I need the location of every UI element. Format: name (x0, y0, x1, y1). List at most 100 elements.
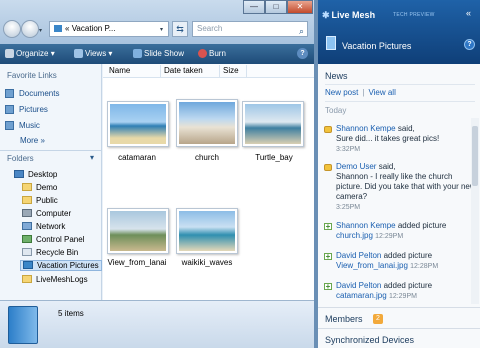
tree-label: Desktop (28, 170, 58, 179)
search-input[interactable]: Search ⌕ (192, 21, 308, 37)
folders-header[interactable]: Folders ▾ (0, 150, 102, 164)
minimize-button[interactable]: — (243, 0, 265, 14)
recent-pages-chevron-icon[interactable]: ▾ (39, 27, 42, 34)
file-label[interactable]: Turtle_bay (234, 153, 314, 162)
feed-text: Sure did... it takes great pics! (336, 134, 440, 143)
organize-button[interactable]: Organize ▾ (5, 49, 55, 58)
search-placeholder: Search (197, 24, 223, 33)
tree-item-network[interactable]: Network (22, 222, 65, 231)
file-label[interactable]: View_from_lanai (97, 258, 177, 267)
view-all-link[interactable]: View all (368, 88, 395, 97)
computer-icon (22, 209, 32, 217)
thumbnail-catamaran[interactable] (107, 101, 169, 147)
thumbnail-view-from-lanai[interactable] (107, 208, 169, 254)
help-button[interactable]: ? (464, 39, 475, 50)
file-label[interactable]: waikiki_waves (167, 258, 247, 267)
column-divider (219, 65, 220, 77)
favorite-documents[interactable]: Documents (5, 89, 59, 98)
feed-author[interactable]: Demo User (336, 162, 376, 171)
feed-file-link[interactable]: catamaran.jpg (336, 291, 387, 300)
feed-author[interactable]: Shannon Kempe (336, 124, 396, 133)
tree-item-computer[interactable]: Computer (22, 209, 71, 218)
favorite-label: Pictures (19, 105, 48, 114)
address-field[interactable]: « Vacation P... (49, 21, 169, 37)
column-date-taken[interactable]: Date taken (164, 66, 203, 75)
item-count: 5 items (58, 309, 84, 318)
favorite-label: Documents (19, 89, 60, 98)
tree-item-public[interactable]: Public (22, 196, 58, 205)
tree-item-control-panel[interactable]: Control Panel (22, 235, 84, 244)
navigation-pane: Favorite Links Documents Pictures Music … (0, 64, 102, 300)
feed-author[interactable]: Shannon Kempe (336, 221, 396, 230)
members-section[interactable]: Members 2 (318, 307, 480, 327)
feed-author[interactable]: David Pelton (336, 281, 381, 290)
turtle-bay-image (245, 104, 301, 144)
file-label[interactable]: catamaran (97, 153, 177, 162)
folder-icon (22, 183, 32, 191)
tree-label: Control Panel (36, 235, 85, 244)
feed-file-link[interactable]: church.jpg (336, 231, 373, 240)
close-button[interactable]: ✕ (287, 0, 313, 14)
mesh-folder-title: Vacation Pictures (342, 41, 412, 51)
maximize-button[interactable]: □ (265, 0, 287, 14)
organize-icon (5, 49, 14, 58)
thumbnail-waikiki-waves[interactable] (176, 208, 238, 254)
help-button[interactable]: ? (297, 48, 308, 59)
favorite-pictures[interactable]: Pictures (5, 105, 48, 114)
views-button[interactable]: Views ▾ (74, 49, 112, 58)
recycle-bin-icon (22, 248, 32, 256)
members-count-badge: 2 (373, 314, 383, 324)
slideshow-button[interactable]: Slide Show (133, 49, 184, 58)
pictures-icon (5, 105, 14, 114)
column-size[interactable]: Size (223, 66, 239, 75)
explorer-window: — □ ✕ ▾ « Vacation P... ▾ ⇆ Search ⌕ Org… (0, 0, 314, 348)
comment-icon (324, 164, 332, 171)
feed-verb: added picture (397, 221, 447, 230)
mesh-logo-icon: ✱ (322, 10, 330, 20)
feed-file-link[interactable]: View_from_lanai.jpg (336, 261, 408, 270)
add-picture-icon: + (324, 282, 332, 291)
new-post-link[interactable]: New post (325, 88, 358, 97)
thumbnail-turtle-bay[interactable] (242, 101, 304, 147)
column-headers: Name Date taken Size (103, 64, 314, 78)
feed-time: 12:29PM (388, 293, 417, 300)
music-icon (5, 121, 14, 130)
folders-title: Folders (7, 154, 34, 163)
address-prefix: « (65, 24, 70, 33)
more-chevron-icon: » (40, 136, 45, 145)
comment-icon (324, 126, 332, 133)
slideshow-label: Slide Show (144, 49, 185, 58)
favorite-music[interactable]: Music (5, 121, 40, 130)
feed-scrollbar[interactable] (471, 118, 479, 304)
feed-author[interactable]: David Pelton (336, 251, 381, 260)
search-icon[interactable]: ⌕ (299, 24, 304, 38)
tree-item-desktop[interactable]: Desktop (14, 170, 57, 179)
favorite-label: Music (19, 121, 40, 130)
news-title: News (325, 71, 348, 81)
column-name[interactable]: Name (109, 66, 130, 75)
organize-label: Organize (16, 49, 49, 58)
back-button[interactable] (3, 20, 21, 38)
tree-item-demo[interactable]: Demo (22, 183, 57, 192)
folders-chevron-icon[interactable]: ▾ (90, 153, 94, 162)
thumbnail-church[interactable] (176, 99, 238, 147)
collapse-icon[interactable]: « (466, 8, 471, 18)
tree-item-recycle-bin[interactable]: Recycle Bin (22, 248, 78, 257)
synchronized-devices-section[interactable]: Synchronized Devices (318, 328, 480, 348)
refresh-button[interactable]: ⇆ (172, 21, 188, 37)
column-divider (246, 65, 247, 77)
live-mesh-logo: ✱ Live Mesh (322, 10, 375, 21)
burn-button[interactable]: Burn (198, 49, 226, 58)
address-dropdown-icon[interactable]: ▾ (160, 26, 163, 33)
forward-button[interactable] (21, 20, 39, 38)
folder-icon (22, 275, 32, 283)
feed-verb: added picture (383, 281, 433, 290)
scroll-thumb[interactable] (472, 126, 478, 186)
more-links[interactable]: More » (20, 136, 45, 145)
tree-item-livemeshlogs[interactable]: LiveMeshLogs (22, 275, 88, 284)
folder-icon (54, 25, 62, 32)
control-panel-icon (22, 235, 32, 243)
address-bar-area: — □ ✕ ▾ « Vacation P... ▾ ⇆ Search ⌕ (0, 0, 314, 44)
tree-item-vacation-pictures[interactable]: Vacation Pictures (20, 260, 102, 271)
feed-time: 3:25PM (336, 204, 361, 211)
